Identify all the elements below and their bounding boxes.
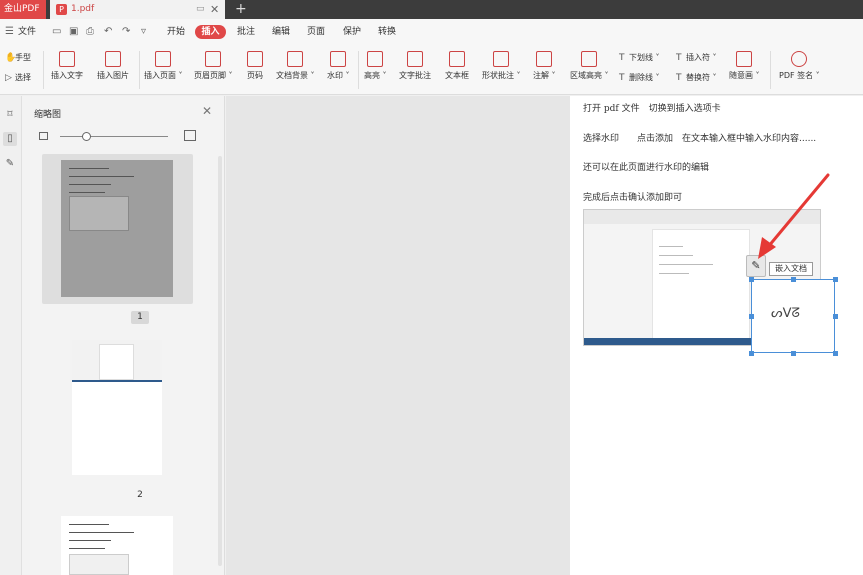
thumbnail-panel: 缩略图 ✕ 1 2 bbox=[22, 96, 225, 575]
document-tab[interactable]: P 1.pdf ▭ ✕ bbox=[50, 0, 225, 19]
text-comment-button[interactable]: 文字批注 bbox=[399, 51, 431, 81]
text-insert-icon bbox=[59, 51, 75, 67]
bookmark-icon[interactable]: ⌑ bbox=[3, 108, 17, 122]
line-shape-icon bbox=[493, 51, 510, 67]
page-number-button[interactable]: 页码 bbox=[247, 51, 263, 81]
panel-title: 缩略图 bbox=[34, 110, 62, 120]
insert-caret-icon: T bbox=[676, 53, 682, 63]
document-background-button[interactable]: 文档背景 ˅ bbox=[276, 51, 315, 81]
textbox-button[interactable]: 文本框 bbox=[445, 51, 469, 81]
textbox-icon bbox=[449, 51, 465, 67]
highlight-button[interactable]: 高亮 ˅ bbox=[364, 51, 387, 81]
menu-bar: ☰ 文件 ▭ ▣ ⎙ ↶ ↷ ▿ 开始 插入 批注 编辑 页面 保护 转换 bbox=[0, 19, 863, 45]
header-footer-icon bbox=[205, 51, 222, 67]
hand-icon: ✋ bbox=[5, 53, 17, 63]
insert-text-button[interactable]: 插入文字 bbox=[51, 51, 83, 81]
area-highlight-icon bbox=[581, 51, 598, 67]
tab-page[interactable]: 页面 bbox=[307, 19, 325, 45]
note-button[interactable]: 注解 ˅ bbox=[533, 51, 556, 81]
pdf-page: 打开 pdf 文件 切换到插入选项卡 选择水印 点击添加 在文本输入框中输入水印… bbox=[570, 96, 863, 575]
ribbon-toolbar: ✋手型 ▷ 选择 插入文字 插入图片 插入页面 ˅ 页眉页脚 ˅ 页码 文档背景 … bbox=[0, 45, 863, 95]
watermark-icon bbox=[330, 51, 347, 67]
area-highlight-button[interactable]: 区域高亮 ˅ bbox=[570, 51, 609, 81]
open-folder-icon[interactable]: ▭ bbox=[52, 19, 61, 45]
zoom-slider-handle[interactable] bbox=[81, 132, 91, 141]
restore-icon[interactable]: ▭ bbox=[196, 0, 205, 19]
thumbnail-page-1[interactable] bbox=[42, 154, 193, 304]
redo-icon[interactable]: ↷ bbox=[122, 19, 130, 45]
ribbon-divider bbox=[358, 51, 359, 89]
thumbnail-icon[interactable]: ▯ bbox=[3, 132, 17, 146]
ribbon-divider bbox=[770, 51, 771, 89]
replace-caret-button[interactable]: T 替换符 ˅ bbox=[676, 72, 717, 83]
new-tab-button[interactable]: + bbox=[235, 0, 247, 18]
page-add-icon bbox=[155, 51, 172, 67]
image-small-icon[interactable] bbox=[39, 132, 48, 140]
insert-caret-button[interactable]: T 插入符 ˅ bbox=[676, 52, 717, 63]
select-tool-button[interactable]: ▷ 选择 bbox=[5, 72, 31, 83]
text-comment-icon bbox=[407, 51, 423, 67]
red-arrow-annotation bbox=[758, 173, 830, 259]
title-bar: 金山PDF P 1.pdf ▭ ✕ + bbox=[0, 0, 863, 19]
hand-tool-button[interactable]: ✋手型 bbox=[5, 52, 31, 63]
thumbnail-page-2[interactable] bbox=[42, 334, 193, 484]
background-icon bbox=[287, 51, 304, 67]
replace-caret-icon: T bbox=[676, 73, 682, 83]
customize-icon[interactable]: ▿ bbox=[141, 19, 146, 45]
insert-image-button[interactable]: 插入图片 bbox=[97, 51, 129, 81]
thumbnail-image bbox=[61, 160, 173, 297]
tab-home[interactable]: 开始 bbox=[167, 19, 185, 45]
image-icon bbox=[105, 51, 121, 67]
tab-insert[interactable]: 插入 bbox=[195, 25, 226, 39]
menu-file[interactable]: 文件 bbox=[18, 19, 36, 45]
tab-annotate[interactable]: 批注 bbox=[237, 19, 255, 45]
thumbnail-page-number: 2 bbox=[137, 490, 143, 500]
save-icon[interactable]: ▣ bbox=[69, 19, 78, 45]
highlight-icon bbox=[367, 51, 384, 67]
hamburger-icon[interactable]: ☰ bbox=[5, 19, 14, 45]
pdf-sign-button[interactable]: PDF 签名 ˅ bbox=[779, 51, 820, 81]
pdf-file-icon: P bbox=[56, 4, 67, 15]
close-icon[interactable]: ✕ bbox=[202, 104, 212, 118]
note-icon bbox=[536, 51, 553, 67]
thumbnail-page-number: 1 bbox=[131, 311, 149, 324]
thumbnail-image bbox=[61, 516, 173, 575]
undo-icon[interactable]: ↶ bbox=[104, 19, 112, 45]
underline-button[interactable]: T 下划线 ˅ bbox=[619, 52, 660, 63]
thumbnail-page-3[interactable] bbox=[42, 512, 193, 575]
page-number-icon bbox=[247, 51, 263, 67]
thumbnail-scrollbar[interactable] bbox=[218, 156, 222, 566]
document-canvas: 打开 pdf 文件 切换到插入选项卡 选择水印 点击添加 在文本输入框中输入水印… bbox=[226, 96, 863, 575]
tab-edit[interactable]: 编辑 bbox=[272, 19, 290, 45]
signature-icon bbox=[791, 51, 808, 67]
strikethrough-button[interactable]: T 删除线 ˅ bbox=[619, 72, 660, 83]
pen-icon bbox=[736, 51, 753, 67]
shape-comment-button[interactable]: 形状批注 ˅ bbox=[482, 51, 521, 81]
strikethrough-icon: T bbox=[619, 73, 625, 83]
watermark-button[interactable]: 水印 ˅ bbox=[327, 51, 350, 81]
image-large-icon[interactable] bbox=[184, 130, 196, 141]
thumbnail-zoom-slider[interactable] bbox=[60, 136, 168, 137]
annotation-icon[interactable]: ✎ bbox=[3, 157, 17, 171]
cursor-icon: ▷ bbox=[5, 73, 12, 83]
freehand-draw-button[interactable]: 随意画 ˅ bbox=[729, 51, 760, 81]
thumbnail-image bbox=[72, 340, 162, 475]
app-name[interactable]: 金山PDF bbox=[0, 0, 46, 19]
document-tab-label: 1.pdf bbox=[71, 4, 95, 14]
ribbon-divider bbox=[43, 51, 44, 89]
tab-convert[interactable]: 转换 bbox=[378, 19, 396, 45]
print-icon[interactable]: ⎙ bbox=[86, 19, 94, 45]
insert-page-button[interactable]: 插入页面 ˅ bbox=[144, 51, 183, 81]
header-footer-button[interactable]: 页眉页脚 ˅ bbox=[194, 51, 233, 81]
ribbon-divider bbox=[139, 51, 140, 89]
underline-icon: T bbox=[619, 53, 625, 63]
side-rail: ⌑ ▯ ✎ bbox=[0, 96, 22, 575]
tab-protect[interactable]: 保护 bbox=[343, 19, 361, 45]
close-icon[interactable]: ✕ bbox=[210, 0, 219, 19]
